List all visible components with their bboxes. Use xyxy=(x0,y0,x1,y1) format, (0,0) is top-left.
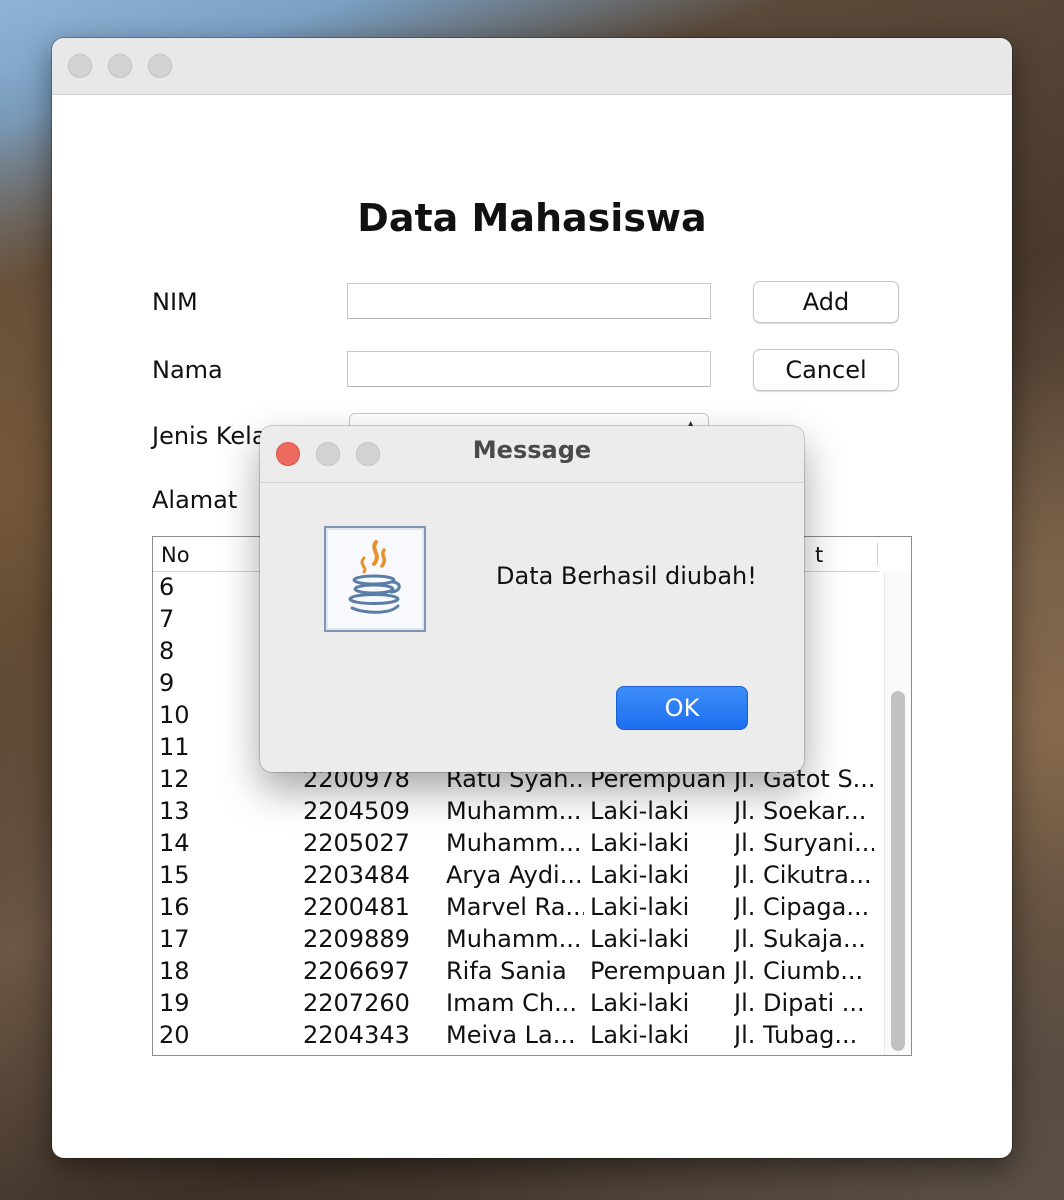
nama-input[interactable] xyxy=(347,351,711,387)
cell-nim: 2203484 xyxy=(303,861,410,889)
cell-no: 13 xyxy=(159,797,190,825)
cell-nim: 2209889 xyxy=(303,925,410,953)
table-row[interactable]: 14 2205027 Muhamm... Laki-laki Jl. Suryani..… xyxy=(153,827,879,859)
cell-nama: Muhamm... xyxy=(446,925,582,953)
cell-nim: 2207260 xyxy=(303,989,410,1017)
cell-nim: 2205027 xyxy=(303,829,410,857)
cell-nim: 2206697 xyxy=(303,957,410,985)
cell-no: 19 xyxy=(159,989,190,1017)
table-row[interactable]: 13 2204509 Muhamm... Laki-laki Jl. Soekar... xyxy=(153,795,879,827)
table-row[interactable]: 16 2200481 Marvel Ra... Laki-laki Jl. Cipaga… xyxy=(153,891,879,923)
cell-jenis-kelamin: Laki-laki xyxy=(590,829,690,857)
dialog-title: Message xyxy=(472,436,592,464)
ok-button[interactable]: OK xyxy=(616,686,748,730)
table-row[interactable]: 19 2207260 Imam Ch... Laki-laki Jl. Dipati .… xyxy=(153,987,879,1019)
window-titlebar[interactable] xyxy=(52,38,1012,95)
cell-jenis-kelamin: Laki-laki xyxy=(590,925,690,953)
message-dialog: Message Data Berhasil diubah! OK xyxy=(260,426,804,772)
cell-no: 18 xyxy=(159,957,190,985)
cell-nama: Muhamm... xyxy=(446,829,582,857)
column-header-alamat[interactable]: t xyxy=(815,543,823,567)
cell-jenis-kelamin: Laki-laki xyxy=(590,861,690,889)
scrollbar-thumb[interactable] xyxy=(891,691,905,1051)
vertical-scrollbar[interactable] xyxy=(884,571,911,1055)
cancel-button[interactable]: Cancel xyxy=(753,349,899,391)
cell-nama: Arya Aydi... xyxy=(446,861,583,889)
nim-input[interactable] xyxy=(347,283,711,319)
cell-nim: 2204509 xyxy=(303,797,410,825)
alamat-label: Alamat xyxy=(152,486,238,514)
cell-nama: Imam Ch... xyxy=(446,989,578,1017)
cell-nama: Rifa Sania xyxy=(446,957,567,985)
dialog-divider xyxy=(260,482,804,483)
cell-alamat: Jl. Ciumb... xyxy=(734,957,864,985)
cell-no: 16 xyxy=(159,893,190,921)
nim-label: NIM xyxy=(152,288,198,316)
jenis-kelamin-label: Jenis Kela xyxy=(152,422,267,450)
cell-alamat: Jl. Soekar... xyxy=(734,797,867,825)
dialog-message: Data Berhasil diubah! xyxy=(496,562,757,590)
nama-label: Nama xyxy=(152,356,223,384)
cell-no: 17 xyxy=(159,925,190,953)
java-cup-icon xyxy=(324,526,426,632)
cell-alamat: Jl. Suryani... xyxy=(734,829,874,857)
column-divider xyxy=(877,543,878,565)
cell-jenis-kelamin: Laki-laki xyxy=(590,893,690,921)
cell-alamat: Jl. Cipaga... xyxy=(734,893,870,921)
cell-alamat: Jl. Dipati ... xyxy=(734,989,865,1017)
close-window-button[interactable] xyxy=(68,54,92,78)
table-row[interactable]: 20 2204343 Meiva La... Laki-laki Jl. Tubag..… xyxy=(153,1019,879,1051)
cell-jenis-kelamin: Perempuan xyxy=(590,957,727,985)
cell-no: 20 xyxy=(159,1021,190,1049)
table-row[interactable]: 15 2203484 Arya Aydi... Laki-laki Jl. Cikutr… xyxy=(153,859,879,891)
minimize-window-button[interactable] xyxy=(108,54,132,78)
cell-nama: Meiva La... xyxy=(446,1021,576,1049)
cell-no: 15 xyxy=(159,861,190,889)
cell-alamat: Jl. Cikutra... xyxy=(734,861,872,889)
table-row[interactable]: 17 2209889 Muhamm... Laki-laki Jl. Sukaja... xyxy=(153,923,879,955)
cell-nama: Muhamm... xyxy=(446,797,582,825)
cell-no: 14 xyxy=(159,829,190,857)
cell-alamat: Jl. Tubag... xyxy=(734,1021,858,1049)
cell-jenis-kelamin: Laki-laki xyxy=(590,1021,690,1049)
cell-alamat: Jl. Sukaja... xyxy=(734,925,866,953)
page-title: Data Mahasiswa xyxy=(357,196,707,240)
cell-jenis-kelamin: Laki-laki xyxy=(590,797,690,825)
table-row[interactable]: 18 2206697 Rifa Sania Perempuan Jl. Ciumb... xyxy=(153,955,879,987)
add-button[interactable]: Add xyxy=(753,281,899,323)
cell-jenis-kelamin: Laki-laki xyxy=(590,989,690,1017)
cell-nim: 2200481 xyxy=(303,893,410,921)
cell-nim: 2204343 xyxy=(303,1021,410,1049)
zoom-window-button[interactable] xyxy=(148,54,172,78)
cell-nama: Marvel Ra... xyxy=(446,893,584,921)
column-header-no[interactable]: No xyxy=(161,543,190,567)
